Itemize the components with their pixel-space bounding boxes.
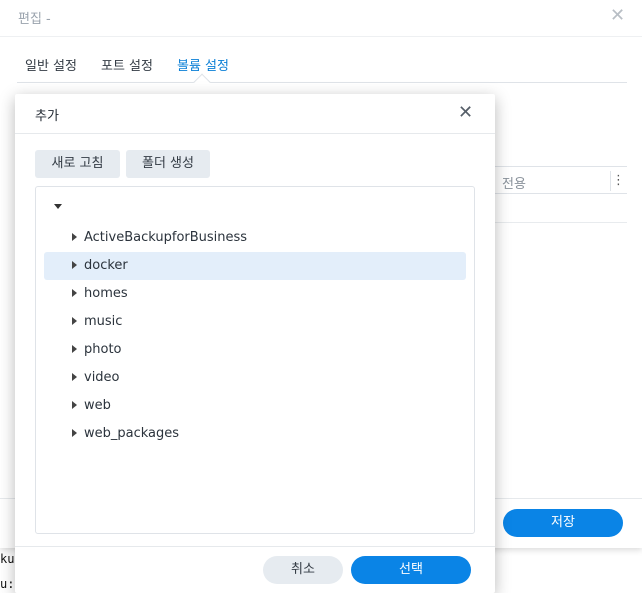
tree-item-label: docker <box>84 258 128 273</box>
tree-item[interactable]: music <box>44 308 466 336</box>
collapsed-arrow-icon[interactable] <box>72 317 77 325</box>
tree-item-label: music <box>84 314 123 329</box>
cancel-button[interactable]: 취소 <box>263 556 343 584</box>
tree-item-label: homes <box>84 286 128 301</box>
collapsed-arrow-icon[interactable] <box>72 261 77 269</box>
collapsed-arrow-icon[interactable] <box>72 429 77 437</box>
tree-item[interactable]: photo <box>44 336 466 364</box>
volume-table-header: 전용 ⋮ <box>480 166 627 194</box>
create-folder-button[interactable]: 폴더 생성 <box>126 150 210 178</box>
collapsed-arrow-icon[interactable] <box>72 345 77 353</box>
tree-item-selected[interactable]: docker <box>44 252 466 280</box>
collapsed-arrow-icon[interactable] <box>72 289 77 297</box>
refresh-button[interactable]: 새로 고침 <box>35 150 120 178</box>
divider <box>15 133 495 134</box>
tabs-divider <box>17 82 627 83</box>
collapsed-arrow-icon[interactable] <box>72 233 77 241</box>
dialog-title: 추가 <box>35 109 59 124</box>
tree-item-label: ActiveBackupforBusiness <box>84 230 248 245</box>
tree-item-label: video <box>84 370 120 385</box>
footer-divider <box>15 546 495 547</box>
select-button[interactable]: 선택 <box>351 556 471 584</box>
close-icon[interactable]: ✕ <box>610 6 625 26</box>
tab-port-settings[interactable]: 포트 설정 <box>101 55 153 74</box>
tree-item-label: photo <box>84 342 122 357</box>
collapsed-arrow-icon[interactable] <box>72 401 77 409</box>
tab-general-settings[interactable]: 일반 설정 <box>25 55 77 74</box>
tree-item[interactable]: homes <box>44 280 466 308</box>
divider <box>0 36 642 37</box>
add-dialog: 추가 ✕ 새로 고침 폴더 생성 ActiveBackupforBusiness… <box>15 94 495 593</box>
table-row-divider <box>480 222 627 223</box>
tree-item[interactable]: video <box>44 364 466 392</box>
column-header-label: 전용 <box>502 177 526 192</box>
tree-item[interactable]: web_packages <box>44 420 466 448</box>
collapsed-arrow-icon[interactable] <box>72 373 77 381</box>
tree-item[interactable]: web <box>44 392 466 420</box>
active-tab-caret <box>193 73 211 91</box>
tree-item-label: web_packages <box>84 426 180 441</box>
column-menu-icon[interactable]: ⋮ <box>610 171 626 191</box>
tree-item-label: web <box>84 398 111 413</box>
close-icon[interactable]: ✕ <box>458 103 473 123</box>
expand-arrow-icon[interactable] <box>54 204 62 209</box>
save-button[interactable]: 저장 <box>503 509 623 537</box>
folder-tree: ActiveBackupforBusiness docker homes mus… <box>35 186 475 534</box>
window-title: 편집 - <box>18 12 51 27</box>
tab-volume-settings[interactable]: 볼륨 설정 <box>177 55 229 74</box>
tree-item[interactable]: ActiveBackupforBusiness <box>44 224 466 252</box>
